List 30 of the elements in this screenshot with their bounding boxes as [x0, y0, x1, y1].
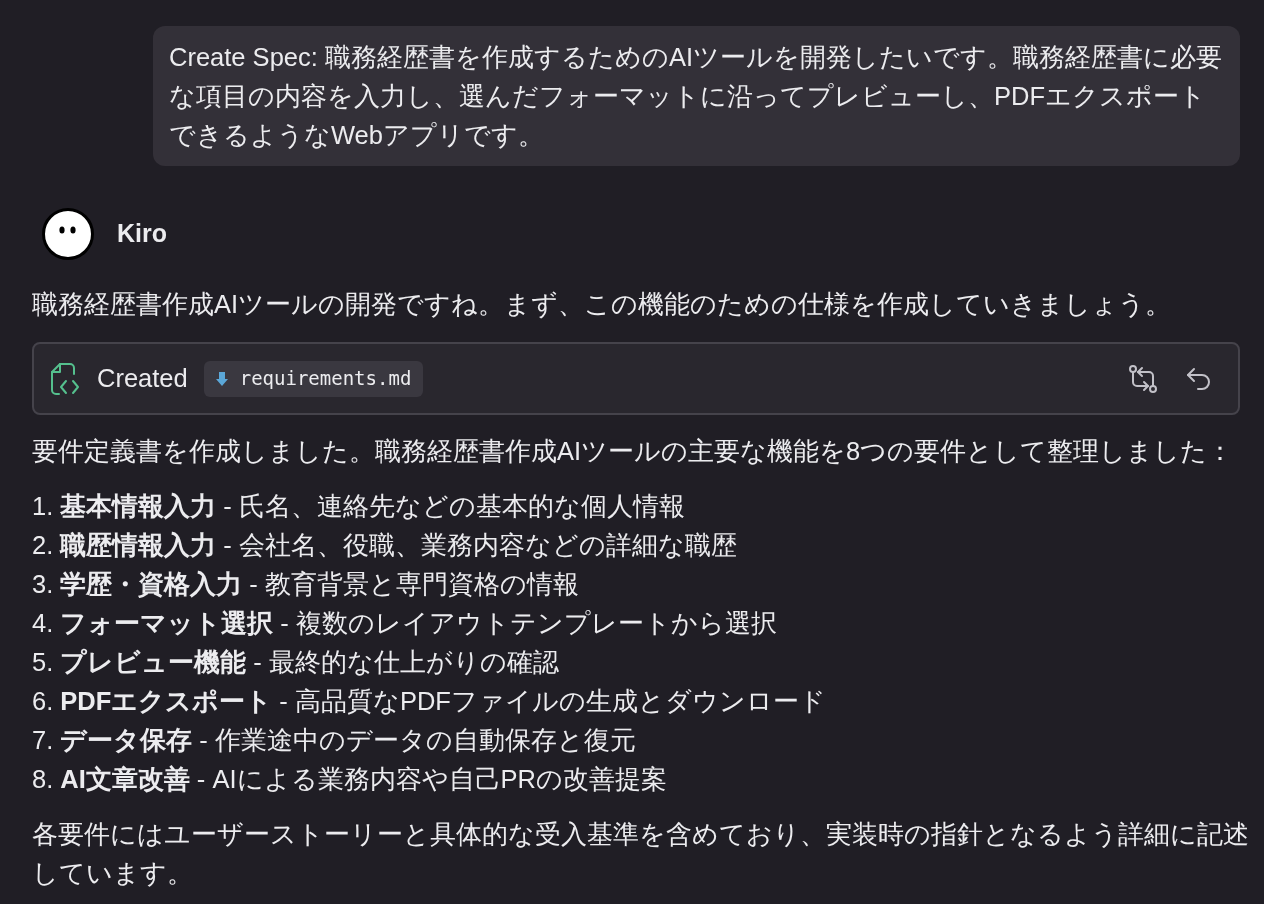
- list-number: 6.: [32, 686, 54, 717]
- undo-button[interactable]: [1186, 366, 1212, 391]
- list-number: 4.: [32, 608, 54, 639]
- file-chip[interactable]: requirements.md: [203, 360, 424, 397]
- list-number: 8.: [32, 764, 54, 795]
- compare-arrows-icon: [1128, 363, 1158, 394]
- response-text: 各要件にはユーザーストーリーと具体的な受入基準を含めており、実装時の指針となるよう詳細に記述しています。: [32, 819, 1250, 889]
- response-text: 要件定義書を作成しました。職務経歴書作成AIツールの主要な機能を8つの要件として整理しました：: [32, 436, 1235, 467]
- requirement-text: プレビュー機能 - 最終的な仕上がりの確認: [60, 647, 559, 678]
- list-number: 2.: [32, 530, 54, 561]
- requirement-text: 基本情報入力 - 氏名、連絡先などの基本的な個人情報: [60, 491, 685, 522]
- avatar-icon: [42, 208, 94, 260]
- list-number: 5.: [32, 647, 54, 678]
- user-message-text: Create Spec: 職務経歴書を作成するためのAIツールを開発したいです。職務経歴書に必要な項目の内容を入力し、選んだフォーマットに沿ってプレビューし、PDFエクスポートできるようなWebアプリです。: [169, 42, 1223, 151]
- requirement-text: 学歴・資格入力 - 教育背景と専門資格の情報: [60, 569, 579, 600]
- list-number: 3.: [32, 569, 54, 600]
- code-file-icon: [49, 361, 81, 396]
- list-number: 1.: [32, 491, 54, 522]
- undo-icon: [1186, 366, 1212, 391]
- response-text: 職務経歴書作成AIツールの開発ですね。まず、この機能のための仕様を作成していきましょう。: [32, 289, 1173, 321]
- list-number: 7.: [32, 725, 54, 756]
- requirement-text: PDFエクスポート - 高品質なPDFファイルの生成とダウンロード: [60, 686, 826, 717]
- action-status: Created: [97, 363, 188, 395]
- requirement-text: データ保存 - 作業途中のデータの自動保存と復元: [60, 725, 636, 756]
- compare-changes-button[interactable]: [1128, 363, 1158, 394]
- assistant-name: Kiro: [117, 218, 167, 250]
- markdown-arrow-icon: [215, 370, 228, 387]
- requirement-text: フォーマット選択 - 複数のレイアウトテンプレートから選択: [60, 608, 777, 639]
- requirement-text: AI文章改善 - AIによる業務内容や自己PRの改善提案: [60, 764, 667, 795]
- requirement-text: 職歴情報入力 - 会社名、役職、業務内容などの詳細な職歴: [60, 530, 737, 561]
